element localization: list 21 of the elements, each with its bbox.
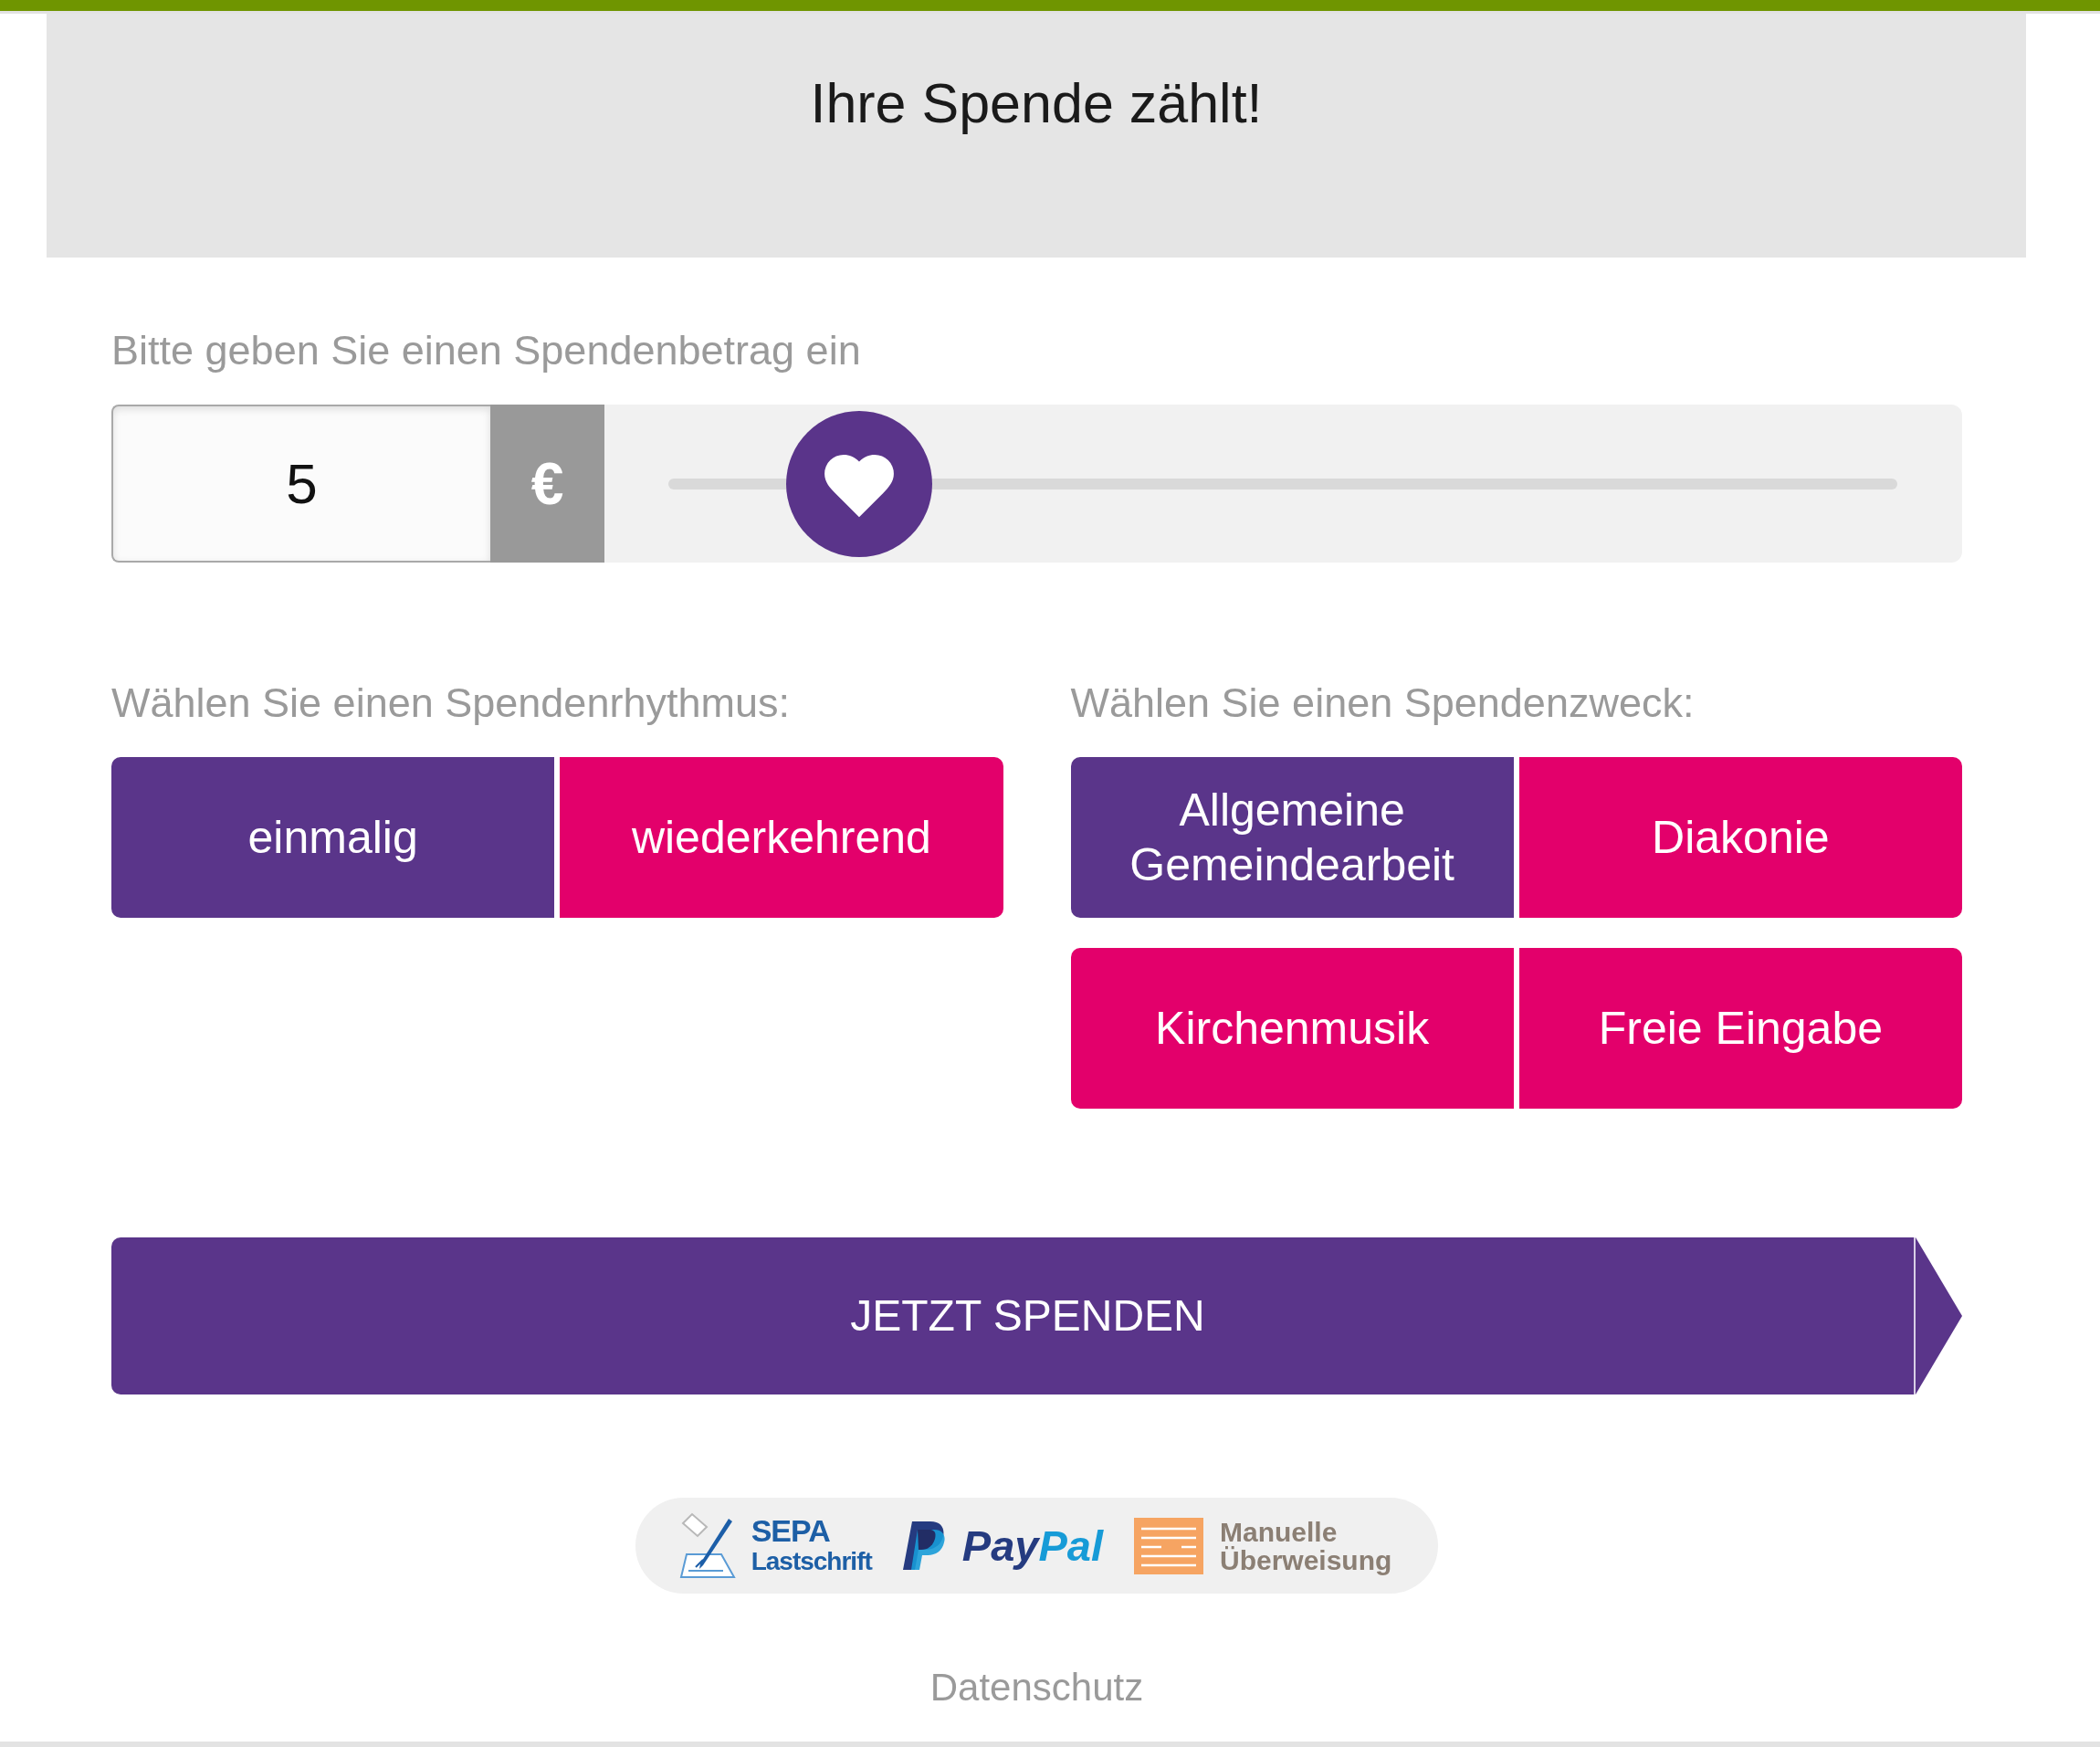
privacy-link[interactable]: Datenschutz bbox=[929, 1667, 1144, 1709]
option-button[interactable]: wiederkehrend bbox=[560, 757, 1003, 918]
currency-symbol: € bbox=[490, 405, 604, 563]
option-button[interactable]: Freie Eingabe bbox=[1518, 948, 1962, 1109]
document-icon bbox=[1134, 1517, 1203, 1574]
sepa-label: SEPA Lastschrift bbox=[751, 1514, 872, 1577]
option-button[interactable]: Kirchenmusik bbox=[1070, 948, 1514, 1109]
paypal-wordmark: PayPal bbox=[961, 1521, 1103, 1571]
amount-input[interactable]: 5 bbox=[111, 405, 490, 563]
amount-label: Bitte geben Sie einen Spendenbetrag ein bbox=[111, 329, 862, 373]
donate-button[interactable]: JETZT SPENDEN bbox=[111, 1237, 1962, 1394]
heart-icon bbox=[824, 455, 894, 518]
option-button[interactable]: Diakonie bbox=[1518, 757, 1962, 918]
rhythm-label: Wählen Sie einen Spendenrhythmus: bbox=[111, 681, 791, 725]
option-button[interactable]: einmalig bbox=[111, 757, 555, 918]
p-logo-icon bbox=[902, 1521, 946, 1570]
pen-paper-icon bbox=[678, 1512, 738, 1579]
option-button[interactable]: Allgemeine Gemeindearbeit bbox=[1070, 757, 1514, 918]
purpose-label: Wählen Sie einen Spendenzweck: bbox=[1070, 681, 1696, 725]
form-title: Ihre Spende zählt! bbox=[810, 72, 1263, 134]
transfer-label: Manuelle Überweisung bbox=[1220, 1517, 1392, 1574]
